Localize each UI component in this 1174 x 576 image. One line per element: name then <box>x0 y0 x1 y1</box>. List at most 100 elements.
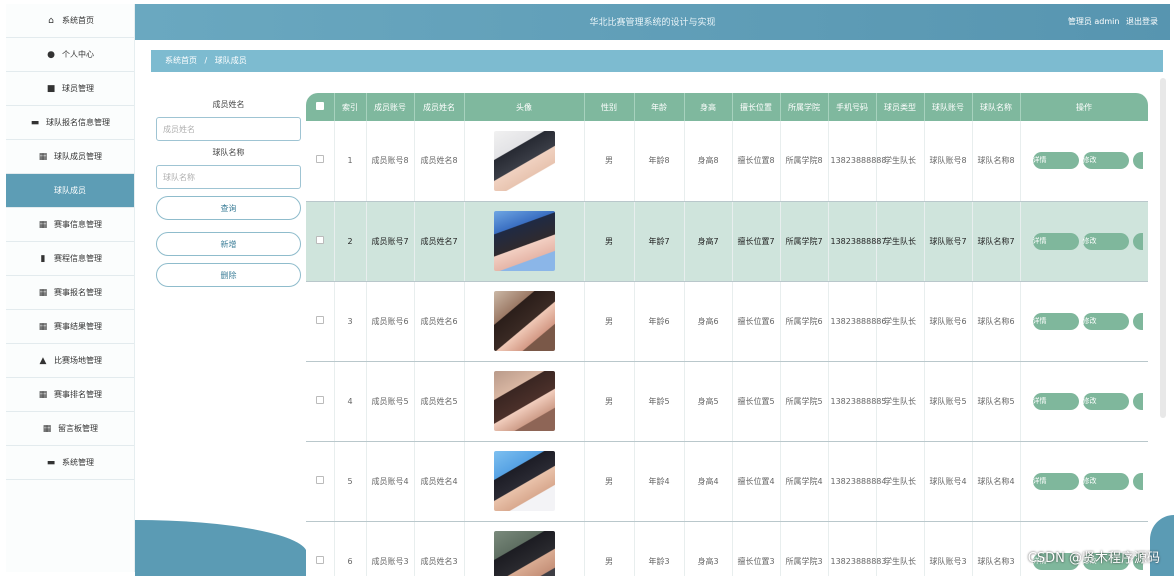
row-checkbox[interactable] <box>306 281 335 362</box>
add-button[interactable]: 新增 <box>156 232 301 256</box>
sidebar-item-label: 个人中心 <box>62 50 94 59</box>
grid-icon: ▦ <box>42 423 52 434</box>
sidebar-item[interactable]: ▦ 赛事报名管理 <box>6 276 134 310</box>
cell-account: 成员账号7 <box>366 201 415 282</box>
avatar-photo <box>493 130 555 191</box>
sidebar-item[interactable]: ▦ 球队成员管理 <box>6 140 134 174</box>
detail-button[interactable]: 详情 <box>1032 232 1079 250</box>
cell-account: 成员账号4 <box>366 441 415 522</box>
cell-name: 成员姓名4 <box>414 441 465 522</box>
table-row[interactable]: 6 成员账号3 成员姓名3 男年龄3 身高3 擅长位置3 所属学院3 13823888883 学… <box>306 521 1148 576</box>
breadcrumb-separator: / <box>204 56 208 65</box>
row-checkbox[interactable] <box>306 121 335 202</box>
sidebar-item[interactable]: ▬ 系统管理 <box>6 446 134 480</box>
cell-gender: 男 <box>584 201 635 282</box>
cell-avatar <box>464 281 585 362</box>
home-icon: ⌂ <box>48 15 54 26</box>
thumb-icon: ▲ <box>39 355 47 366</box>
table-row[interactable]: 5 成员账号4 成员姓名4 男年龄4 身高4 擅长位置4 所属学院4 13823888884 学… <box>306 441 1148 522</box>
breadcrumb-current: 球队成员 <box>214 56 247 65</box>
cell-index: 5 <box>334 441 367 522</box>
detail-button[interactable]: 详情 <box>1032 392 1079 410</box>
cell-gender: 男 <box>584 441 635 522</box>
delete-row-button[interactable] <box>1132 152 1143 170</box>
cell-index: 2 <box>334 201 367 282</box>
sidebar-item[interactable]: ▬ 球队报名信息管理 <box>6 106 134 140</box>
delete-row-button[interactable] <box>1132 392 1143 410</box>
detail-button[interactable]: 详情 <box>1032 312 1079 330</box>
team-name-input[interactable] <box>156 165 301 189</box>
edit-button[interactable]: 修改 <box>1082 152 1129 170</box>
cell-team-account: 球队账号7 <box>924 201 973 282</box>
col-header: 头像 <box>464 93 585 121</box>
sidebar-item[interactable]: 球队成员 <box>6 174 134 208</box>
cell-team-account: 球队账号3 <box>924 521 973 576</box>
sidebar-item-label: 球队报名信息管理 <box>46 118 110 127</box>
vertical-scrollbar[interactable] <box>1160 78 1166 418</box>
cell-position: 擅长位置8 <box>732 121 781 202</box>
cell-actions: 详情 修改 <box>1020 441 1148 522</box>
decorative-wave-right <box>1150 515 1174 576</box>
cell-gender: 男 <box>584 281 635 362</box>
table-row[interactable]: 4 成员账号5 成员姓名5 男年龄5 身高5 擅长位置5 所属学院5 13823888885 学… <box>306 361 1148 442</box>
sidebar-item[interactable]: ▦ 赛事结果管理 <box>6 310 134 344</box>
logout-link[interactable]: 退出登录 <box>1126 17 1158 26</box>
query-button[interactable]: 查询 <box>156 196 301 220</box>
edit-button[interactable]: 修改 <box>1082 232 1129 250</box>
table-row[interactable]: 2 成员账号7 成员姓名7 男年龄7 身高7 擅长位置7 所属学院7 13823888887 学… <box>306 201 1148 282</box>
table-row[interactable]: 3 成员账号6 成员姓名6 男年龄6 身高6 擅长位置6 所属学院6 13823888886 学… <box>306 281 1148 362</box>
cell-age: 年龄6 <box>634 281 685 362</box>
cell-height: 身高3 <box>684 521 733 576</box>
delete-row-button[interactable] <box>1132 312 1143 330</box>
edit-button[interactable]: 修改 <box>1082 312 1129 330</box>
cell-account: 成员账号5 <box>366 361 415 442</box>
detail-button[interactable]: 详情 <box>1032 152 1079 170</box>
cell-team-name: 球队名称4 <box>972 441 1021 522</box>
edit-button[interactable]: 修改 <box>1082 392 1129 410</box>
select-all-checkbox[interactable] <box>306 93 335 121</box>
cell-college: 所属学院6 <box>780 281 829 362</box>
cell-height: 身高6 <box>684 281 733 362</box>
row-checkbox[interactable] <box>306 441 335 522</box>
cell-age: 年龄7 <box>634 201 685 282</box>
cell-actions: 详情 修改 <box>1020 201 1148 282</box>
delete-row-button[interactable] <box>1132 232 1143 250</box>
row-checkbox[interactable] <box>306 361 335 442</box>
cell-college: 所属学院4 <box>780 441 829 522</box>
sidebar-item[interactable]: ● 个人中心 <box>6 38 134 72</box>
cell-type: 学生队长 <box>876 121 925 202</box>
cell-phone: 13823888886 <box>828 281 887 362</box>
sidebar-item[interactable]: ▦ 赛事排名管理 <box>6 378 134 412</box>
sidebar-item-label: 系统管理 <box>62 458 94 467</box>
sidebar-item[interactable]: ▮ 赛程信息管理 <box>6 242 134 276</box>
sidebar-item[interactable]: ▦ 赛事信息管理 <box>6 208 134 242</box>
sidebar-item[interactable]: ▦ 留言板管理 <box>6 412 134 446</box>
edit-button[interactable]: 修改 <box>1082 472 1129 490</box>
breadcrumb-home[interactable]: 系统首页 <box>165 56 197 65</box>
col-header: 擅长位置 <box>732 93 781 121</box>
row-checkbox[interactable] <box>306 521 335 576</box>
cell-phone: 13823888884 <box>828 441 887 522</box>
watermark: CSDN @贤木程序源码 <box>1027 551 1160 566</box>
cell-actions: 详情 修改 <box>1020 361 1148 442</box>
member-table: 索引 成员账号 成员姓名 头像 性别 年龄 身高 擅长位置 所属学院 手机号码 … <box>306 93 1148 576</box>
member-name-label: 成员姓名 <box>212 100 245 109</box>
cell-account: 成员账号6 <box>366 281 415 362</box>
player-icon: ■ <box>46 83 56 94</box>
sidebar-item-label: 赛事报名管理 <box>54 288 102 297</box>
detail-button[interactable]: 详情 <box>1032 472 1079 490</box>
sidebar-item[interactable]: ⌂ 系统首页 <box>6 4 134 38</box>
app-title: 华北比赛管理系统的设计与实现 <box>589 18 716 28</box>
row-checkbox[interactable] <box>306 201 335 282</box>
sidebar-item[interactable]: ■ 球员管理 <box>6 72 134 106</box>
member-name-input[interactable] <box>156 117 301 141</box>
delete-row-button[interactable] <box>1132 472 1143 490</box>
cell-avatar <box>464 201 585 282</box>
avatar-photo <box>493 451 555 511</box>
sidebar-item-label: 比赛场地管理 <box>54 356 102 365</box>
table-row[interactable]: 1 成员账号8 成员姓名8 男年龄8 身高8 擅长位置8 所属学院8 13823888888 学… <box>306 121 1148 202</box>
sidebar-item[interactable]: ▲ 比赛场地管理 <box>6 344 134 378</box>
delete-button[interactable]: 删除 <box>156 263 301 287</box>
cell-team-name: 球队名称7 <box>972 201 1021 282</box>
col-header: 操作 <box>1020 93 1148 121</box>
